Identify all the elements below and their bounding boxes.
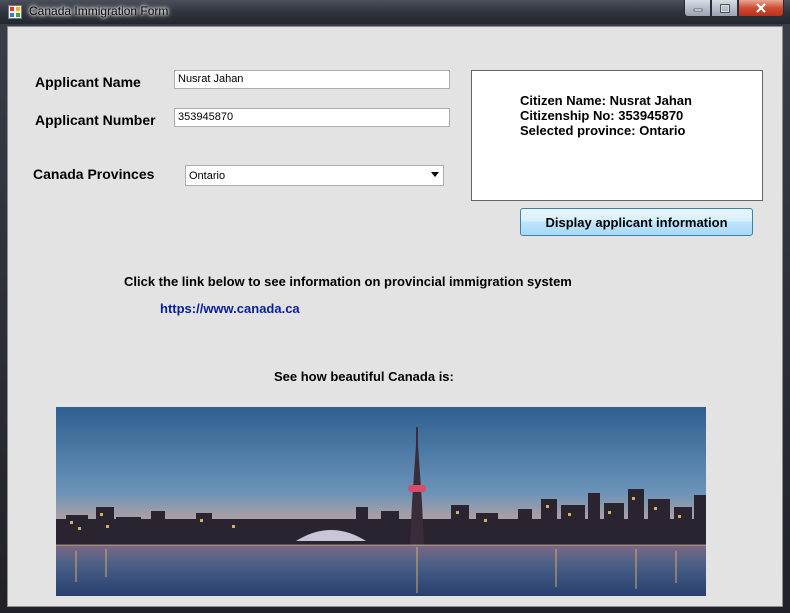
app-icon <box>8 5 22 19</box>
close-button[interactable] <box>738 0 784 17</box>
applicant-name-label: Applicant Name <box>35 74 141 90</box>
applicant-name-field[interactable]: Nusrat Jahan <box>174 70 450 89</box>
photo-caption: See how beautiful Canada is: <box>274 369 454 384</box>
window-title: Canada Immigration Form <box>29 4 169 18</box>
close-icon <box>756 3 766 13</box>
applicant-number-field[interactable]: 353945870 <box>174 108 450 127</box>
minimize-icon <box>693 8 702 12</box>
provinces-label: Canada Provinces <box>33 166 155 182</box>
province-selected-value: Ontario <box>189 170 226 182</box>
title-bar[interactable]: Canada Immigration Form <box>0 0 790 24</box>
minimize-button[interactable] <box>684 0 711 17</box>
info-citizenship-no: Citizenship No: 353945870 <box>520 108 684 123</box>
form-client-area: Applicant Name Nusrat Jahan Applicant Nu… <box>7 26 783 607</box>
applicant-number-label: Applicant Number <box>35 112 156 128</box>
dropdown-arrow-icon[interactable] <box>431 172 439 177</box>
link-intro-text: Click the link below to see information … <box>124 274 572 289</box>
info-citizen-name: Citizen Name: Nusrat Jahan <box>520 93 692 108</box>
applicant-info-box: Citizen Name: Nusrat Jahan Citizenship N… <box>471 70 763 201</box>
application-window: Canada Immigration Form Applicant Name N… <box>0 0 790 613</box>
maximize-button[interactable] <box>711 0 738 17</box>
maximize-icon <box>719 3 730 13</box>
canada-link[interactable]: https://www.canada.ca <box>160 301 300 316</box>
province-dropdown[interactable]: Ontario <box>185 165 444 186</box>
toronto-skyline-image <box>56 407 706 596</box>
display-info-button[interactable]: Display applicant information <box>520 208 753 236</box>
info-selected-province: Selected province: Ontario <box>520 123 686 138</box>
